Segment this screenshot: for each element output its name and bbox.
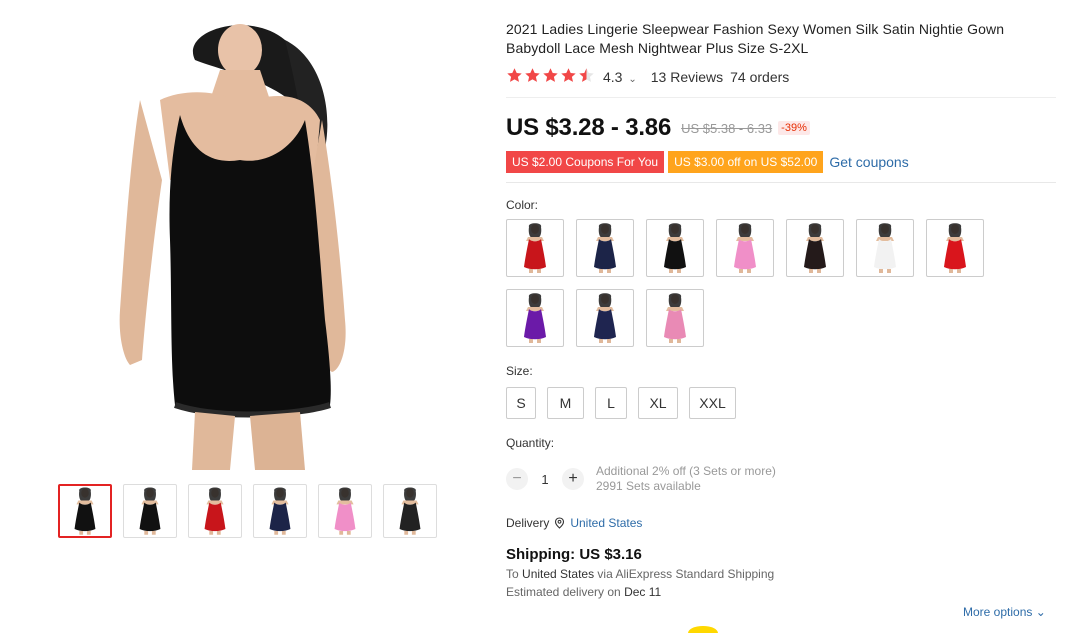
shipping-carrier: AliExpress Standard Shipping [615, 567, 775, 581]
size-option-m[interactable]: M [547, 387, 584, 419]
delivery-row: Delivery United States [506, 516, 1056, 530]
store-coupon-badge[interactable]: US $2.00 Coupons For You [506, 151, 665, 173]
more-options-label: More options [963, 605, 1033, 619]
price-row: US $3.28 - 3.86 US $5.38 - 6.33 -39% [506, 114, 1056, 142]
delivery-country-link[interactable]: United States [570, 516, 642, 530]
chevron-down-icon: ⌄ [1035, 605, 1046, 619]
quantity-input[interactable]: 1 [528, 472, 562, 487]
star-icon [524, 67, 541, 87]
rating-value[interactable]: 4.3 ⌄ [603, 69, 637, 85]
estimated-delivery: Estimated delivery on Dec 11 [506, 585, 1056, 599]
color-option-9[interactable] [576, 289, 634, 347]
shipping-route: To United States via AliExpress Standard… [506, 567, 1056, 581]
star-icon [506, 67, 523, 87]
quantity-decrease-button[interactable]: − [506, 468, 528, 490]
more-shipping-options-link[interactable]: More options ⌄ [963, 605, 1046, 619]
rating-row: 4.3 ⌄ 13 Reviews 74 orders [506, 67, 1056, 87]
color-option-7[interactable] [926, 219, 984, 277]
gallery-thumbnail-1[interactable] [58, 484, 112, 538]
discount-badge: -39% [778, 121, 810, 135]
color-option-2[interactable] [576, 219, 634, 277]
quantity-stepper: − 1 + Additional 2% off (3 Sets or more)… [506, 464, 1056, 494]
star-icon [542, 67, 559, 87]
gallery-thumbnail-6[interactable] [383, 484, 437, 538]
color-option-6[interactable] [856, 219, 914, 277]
thumbnail-strip [58, 484, 437, 538]
delivery-label: Delivery [506, 516, 550, 530]
floating-widget[interactable] [688, 626, 718, 633]
quantity-label: Quantity: [506, 436, 555, 450]
rating-stars[interactable] [506, 67, 595, 87]
size-option-xxl[interactable]: XXL [689, 387, 736, 419]
size-option-xl[interactable]: XL [638, 387, 678, 419]
estimated-date: Dec 11 [624, 585, 662, 599]
orders-count: 74 orders [730, 69, 790, 85]
estimated-prefix: Estimated delivery on [506, 585, 621, 599]
to-country: United States [522, 567, 595, 581]
color-option-5[interactable] [786, 219, 844, 277]
quantity-note: Additional 2% off (3 Sets or more) 2991 … [596, 464, 776, 494]
gallery-thumbnail-4[interactable] [253, 484, 307, 538]
star-icon [560, 67, 577, 87]
shipping-price: Shipping: US $3.16 [506, 546, 642, 563]
rating-number: 4.3 [603, 69, 623, 85]
divider [506, 182, 1056, 183]
color-option-8[interactable] [506, 289, 564, 347]
quantity-increase-button[interactable]: + [562, 468, 584, 490]
via-prefix: via [597, 567, 613, 581]
size-options: S M L XL XXL [506, 387, 1056, 419]
gallery-thumbnail-2[interactable] [123, 484, 177, 538]
size-option-l[interactable]: L [595, 387, 627, 419]
divider [506, 97, 1056, 98]
product-title: 2021 Ladies Lingerie Sleepwear Fashion S… [506, 21, 1005, 56]
chevron-down-icon: ⌄ [628, 74, 637, 85]
main-product-image[interactable] [100, 20, 390, 470]
current-price: US $3.28 - 3.86 [506, 114, 672, 141]
size-label: Size: [506, 364, 533, 378]
reviews-link[interactable]: 13 Reviews [651, 69, 723, 85]
original-price: US $5.38 - 6.33 [681, 120, 773, 136]
get-coupons-link[interactable]: Get coupons [829, 154, 908, 170]
stock-available: 2991 Sets available [596, 479, 701, 493]
color-label: Color: [506, 198, 539, 212]
coupon-row: US $2.00 Coupons For You US $3.00 off on… [506, 151, 1056, 173]
location-pin-icon [555, 517, 565, 529]
main-product-photo [119, 24, 346, 470]
gallery-thumbnail-3[interactable] [188, 484, 242, 538]
star-icon [578, 67, 595, 87]
color-option-3[interactable] [646, 219, 704, 277]
color-option-10[interactable] [646, 289, 704, 347]
product-info: 2021 Ladies Lingerie Sleepwear Fashion S… [506, 20, 1056, 599]
to-prefix: To [506, 567, 519, 581]
gallery-thumbnail-5[interactable] [318, 484, 372, 538]
size-option-s[interactable]: S [506, 387, 536, 419]
discount-coupon-badge[interactable]: US $3.00 off on US $52.00 [668, 151, 824, 173]
color-options [506, 219, 1056, 347]
bulk-discount-note: Additional 2% off (3 Sets or more) [596, 464, 776, 478]
color-option-4[interactable] [716, 219, 774, 277]
color-option-1[interactable] [506, 219, 564, 277]
